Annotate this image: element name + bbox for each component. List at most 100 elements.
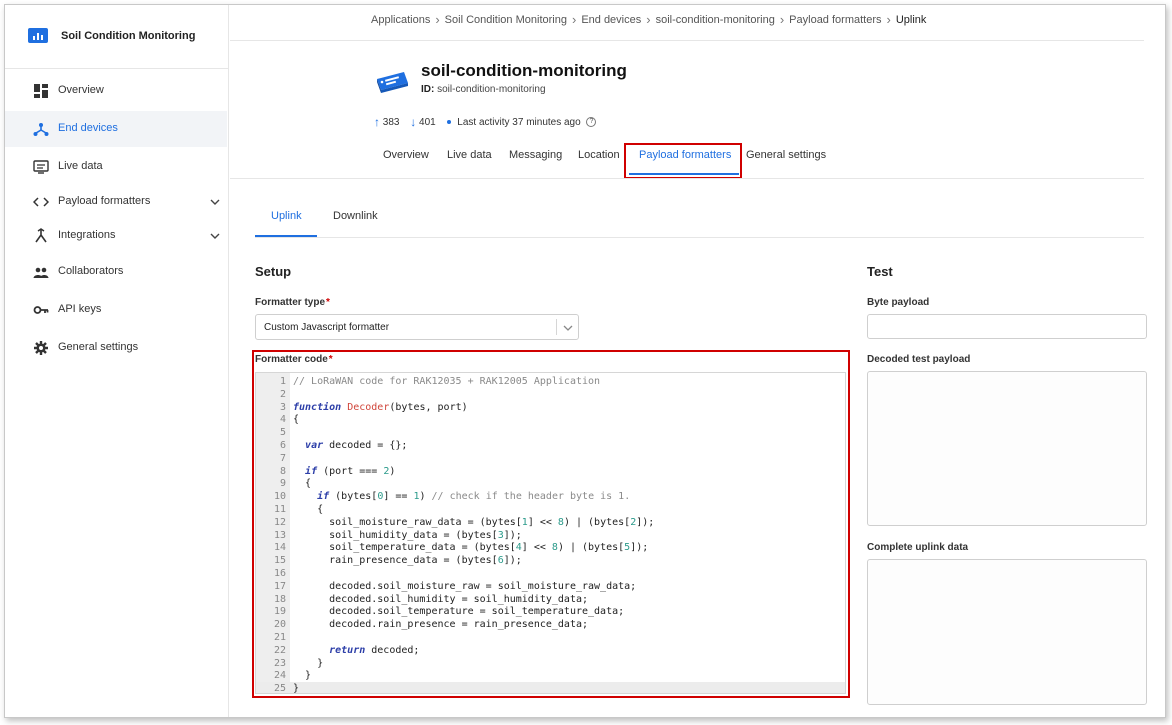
code-line[interactable]: 8 if (port === 2) — [256, 465, 845, 478]
code-text: // LoRaWAN code for RAK12035 + RAK12005 … — [293, 376, 601, 387]
line-number: 18 — [273, 593, 286, 605]
line-number: 19 — [273, 606, 286, 618]
app-brand[interactable]: Soil Condition Monitoring — [5, 5, 229, 69]
formatter-code-label: Formatter code* — [255, 354, 333, 365]
select-separator — [556, 319, 557, 335]
line-number: 9 — [279, 478, 286, 490]
decoded-payload-output — [867, 371, 1147, 526]
sidebar-item-integrations[interactable]: Integrations — [5, 218, 227, 254]
breadcrumb-end-devices[interactable]: End devices — [581, 14, 641, 26]
code-line[interactable]: 21 — [256, 631, 845, 644]
code-line[interactable]: 22 return decoded; — [256, 644, 845, 657]
breadcrumb-application[interactable]: Soil Condition Monitoring — [445, 14, 567, 26]
gear-icon — [34, 341, 48, 355]
code-text: soil_humidity_data = (bytes[3]); — [293, 529, 522, 541]
breadcrumb-device[interactable]: soil-condition-monitoring — [656, 14, 775, 26]
code-line[interactable]: 25} — [256, 682, 845, 694]
code-line[interactable]: 1 // LoRaWAN code for RAK12035 + RAK12005… — [256, 375, 845, 388]
line-number: 5 — [279, 427, 286, 439]
tab-live-data[interactable]: Live data — [447, 149, 492, 161]
device-icon — [377, 72, 408, 93]
code-line[interactable]: 2 — [256, 388, 845, 401]
code-line[interactable]: 20 decoded.rain_presence = rain_presence… — [256, 618, 845, 631]
status-dot-icon — [446, 120, 451, 124]
line-number: 11 — [273, 504, 286, 515]
code-line[interactable]: 6 var decoded = {}; — [256, 439, 845, 452]
monitor-icon — [33, 160, 49, 174]
code-text: if (bytes[0] == 1) // check if the heade… — [317, 491, 631, 503]
tabs-divider — [230, 178, 1144, 179]
code-text: } — [293, 657, 324, 669]
code-line[interactable]: 5 — [256, 426, 845, 439]
sidebar-item-collaborators[interactable]: Collaborators — [5, 254, 227, 290]
code-text: decoded.soil_temperature = soil_temperat… — [293, 606, 625, 618]
byte-payload-input[interactable] — [867, 314, 1147, 339]
code-line[interactable]: 4{ — [256, 413, 845, 426]
code-text: if (port === 2) — [305, 465, 396, 477]
line-number: 20 — [273, 619, 286, 631]
tab-overview[interactable]: Overview — [383, 149, 429, 161]
people-icon — [33, 267, 49, 278]
formatter-type-select[interactable]: Custom Javascript formatter — [255, 314, 579, 340]
sidebar-item-payload-formatters[interactable]: Payload formatters — [5, 184, 227, 220]
code-line[interactable]: 18 decoded.soil_humidity = soil_humidity… — [256, 593, 845, 606]
chevron-right-icon: › — [571, 12, 577, 27]
line-number: 2 — [279, 388, 286, 400]
chevron-down-icon[interactable] — [562, 322, 574, 334]
chevron-right-icon: › — [886, 12, 891, 27]
code-text: return decoded; — [329, 644, 420, 656]
code-line[interactable]: 14 soil_temperature_data = (bytes[4] << … — [256, 541, 845, 554]
sidebar-item-overview[interactable]: Overview — [5, 73, 227, 109]
line-number: 8 — [279, 465, 286, 477]
code-line[interactable]: 23 } — [256, 657, 845, 670]
tab-downlink[interactable]: Downlink — [333, 210, 378, 222]
chevron-down-icon[interactable] — [209, 230, 221, 242]
app-logo-icon — [28, 28, 48, 43]
app-title: Soil Condition Monitoring — [61, 30, 196, 42]
line-number: 13 — [273, 529, 286, 541]
line-number: 1 — [279, 376, 286, 387]
sidebar-item-label: Overview — [58, 84, 104, 96]
last-activity: Last activity 37 minutes ago — [457, 116, 581, 128]
code-line[interactable]: 24 } — [256, 669, 845, 682]
code-line[interactable]: 17 decoded.soil_moisture_raw = soil_mois… — [256, 580, 845, 593]
uplink-arrow-icon: ↑ — [374, 115, 380, 129]
chevron-right-icon: › — [646, 12, 651, 27]
highlight-box-tab — [624, 143, 742, 179]
code-line[interactable]: 13 soil_humidity_data = (bytes[3]); — [256, 529, 845, 542]
code-line[interactable]: 11 { — [256, 503, 845, 516]
sidebar-item-label: API keys — [58, 303, 102, 315]
chevron-down-icon[interactable] — [209, 196, 221, 208]
code-line[interactable]: 9 { — [256, 477, 845, 490]
sidebar-item-general-settings[interactable]: General settings — [5, 330, 227, 366]
tab-uplink[interactable]: Uplink — [271, 210, 302, 222]
help-icon[interactable]: ? — [586, 117, 597, 127]
breadcrumb-applications[interactable]: Applications — [371, 14, 430, 26]
breadcrumb-payload-formatters[interactable]: Payload formatters — [789, 14, 881, 26]
line-number: 10 — [273, 491, 286, 503]
code-line[interactable]: 10 if (bytes[0] == 1) // check if the he… — [256, 490, 845, 503]
code-text: decoded.rain_presence = rain_presence_da… — [293, 619, 589, 631]
code-line[interactable]: 15 rain_presence_data = (bytes[6]); — [256, 554, 845, 567]
breadcrumb-uplink: Uplink — [895, 13, 927, 26]
tab-location[interactable]: Location — [578, 149, 620, 161]
app-window: Soil Condition Monitoring Overview End d… — [4, 4, 1166, 718]
sidebar-item-label: Live data — [58, 160, 103, 172]
breadcrumb: Applications › Soil Condition Monitoring › E… — [371, 12, 926, 28]
line-number: 23 — [273, 657, 286, 669]
sidebar-item-live-data[interactable]: Live data — [5, 149, 227, 185]
tab-general-settings[interactable]: General settings — [746, 149, 826, 161]
code-editor[interactable]: 1 // LoRaWAN code for RAK12035 + RAK12005… — [255, 372, 846, 694]
sidebar-item-end-devices[interactable]: End devices — [5, 111, 227, 147]
sidebar-item-api-keys[interactable]: API keys — [5, 292, 227, 328]
tab-messaging[interactable]: Messaging — [509, 149, 562, 161]
code-line[interactable]: 3 function Decoder(bytes, port) — [256, 401, 845, 414]
code-line[interactable]: 19 decoded.soil_temperature = soil_tempe… — [256, 605, 845, 618]
sidebar-item-label: End devices — [58, 122, 118, 134]
code-text: } — [293, 683, 300, 694]
key-icon — [33, 306, 49, 314]
code-line[interactable]: 7 — [256, 452, 845, 465]
code-line[interactable]: 12 soil_moisture_raw_data = (bytes[1] <<… — [256, 516, 845, 529]
code-line[interactable]: 16 — [256, 567, 845, 580]
code-text: rain_presence_data = (bytes[6]); — [293, 555, 522, 567]
